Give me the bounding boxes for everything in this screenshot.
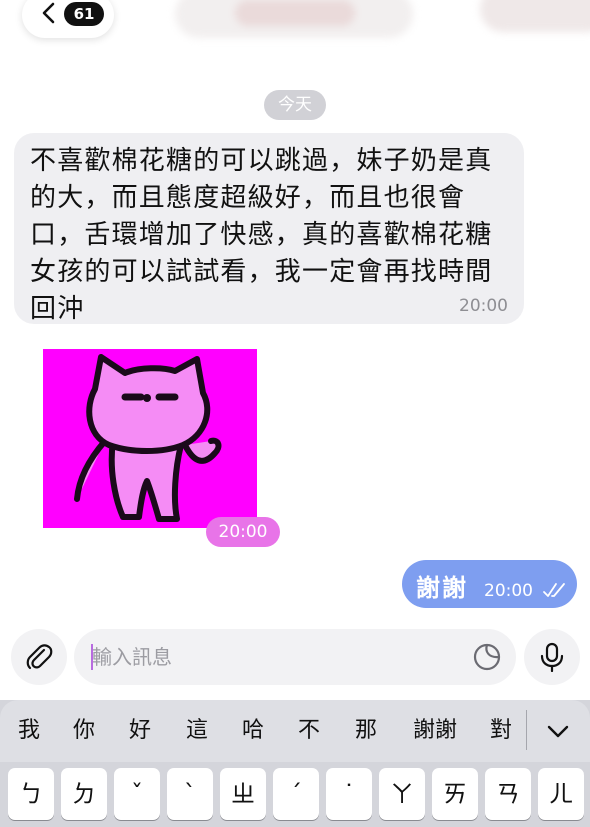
zhuyin-keyboard: 我 你 好 這 哈 不 那 謝謝 對 ㄅ ㄉ ˇ ˋ ㄓ ˊ ˙ ㄚ ㄞ ㄢ ㄦ [0,700,590,827]
candidate-divider [526,710,527,750]
candidate-word[interactable]: 那 [347,714,385,748]
key-a[interactable]: ㄚ [379,768,425,820]
key-tone4[interactable]: ˋ [167,768,213,820]
key-ai[interactable]: ㄞ [432,768,478,820]
candidate-word[interactable]: 你 [65,714,103,748]
outgoing-message-time: 20:00 [484,581,533,601]
message-input[interactable] [74,629,516,685]
candidate-word[interactable]: 哈 [234,714,272,748]
microphone-icon [540,642,564,672]
back-button[interactable]: 61 [22,0,114,38]
read-receipt-icon [543,583,565,597]
incoming-message-time: 20:00 [459,296,508,316]
outgoing-message-text: 謝謝 [416,574,468,602]
chat-header: 61 [0,0,590,80]
key-b[interactable]: ㄅ [8,768,54,820]
key-d[interactable]: ㄉ [61,768,107,820]
cat-sticker-image [74,354,222,522]
paperclip-icon [26,644,53,670]
chevron-down-icon[interactable] [546,720,570,742]
candidate-word[interactable]: 這 [178,714,216,748]
chevron-left-icon [42,2,55,24]
sticker-message-time: 20:00 [206,517,280,547]
message-composer [0,620,590,700]
text-cursor [91,644,93,670]
candidate-word[interactable]: 我 [10,714,48,748]
blurred-contact-name[interactable] [175,0,413,38]
outgoing-message-bubble[interactable]: 謝謝 20:00 [402,560,577,608]
attach-button[interactable] [11,629,67,685]
date-separator: 今天 [264,90,326,120]
candidate-word[interactable]: 好 [121,714,159,748]
candidate-word[interactable]: 不 [290,714,328,748]
candidate-word[interactable]: 謝謝 [404,714,466,748]
blurred-contact-avatar[interactable] [480,0,590,32]
key-tone2[interactable]: ˊ [273,768,319,820]
voice-message-button[interactable] [524,629,580,685]
key-neutral-tone[interactable]: ˙ [326,768,372,820]
key-an[interactable]: ㄢ [485,768,531,820]
incoming-message-bubble[interactable]: 不喜歡棉花糖的可以跳過，妹子奶是真的大，而且態度超級好，而且也很會口，舌環增加了… [14,133,524,324]
unread-count-badge: 61 [64,2,104,26]
candidate-bar: 我 你 好 這 哈 不 那 謝謝 對 [0,700,590,762]
sticker-icon[interactable] [472,642,502,672]
incoming-message-text: 不喜歡棉花糖的可以跳過，妹子奶是真的大，而且態度超級好，而且也很會口，舌環增加了… [30,146,493,324]
key-zh[interactable]: ㄓ [220,768,266,820]
key-tone3[interactable]: ˇ [114,768,160,820]
cat-sticker[interactable] [43,349,257,528]
key-er[interactable]: ㄦ [538,768,584,820]
candidate-word[interactable]: 對 [482,714,520,748]
